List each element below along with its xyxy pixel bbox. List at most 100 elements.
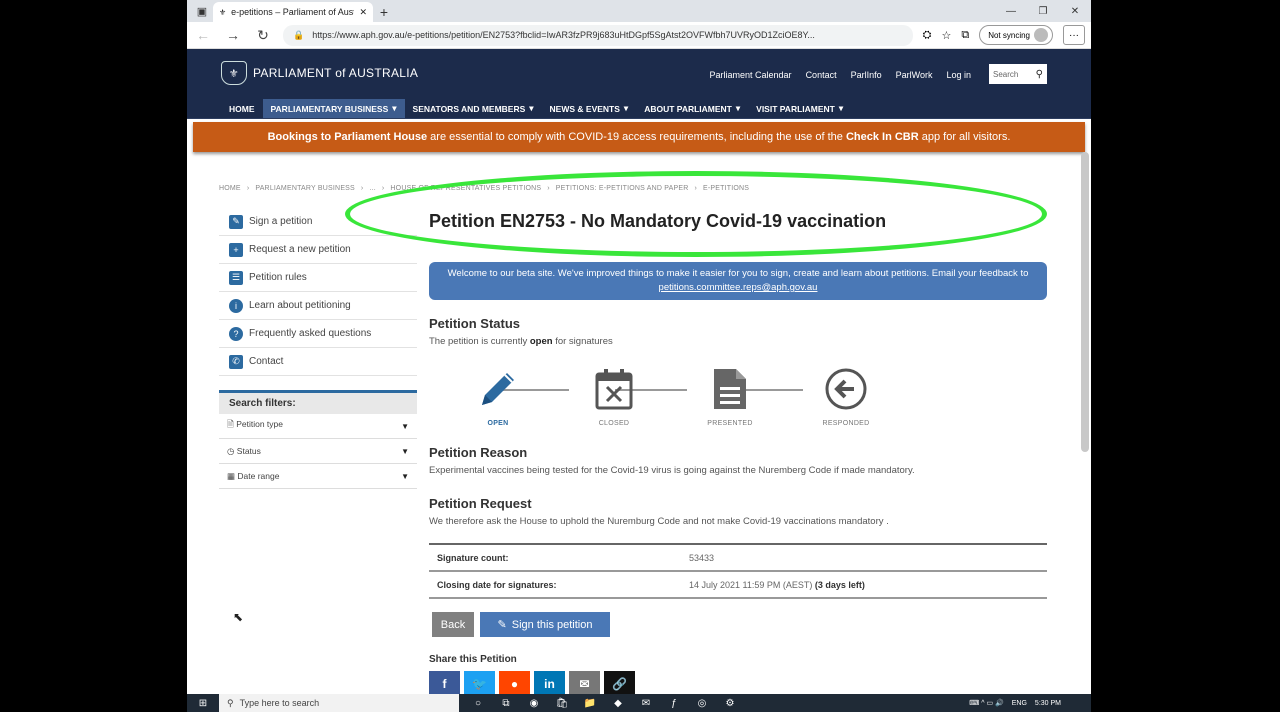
reason-heading: Petition Reason bbox=[429, 445, 528, 460]
close-value: 14 July 2021 11:59 PM (AEST) (3 days lef… bbox=[689, 580, 865, 590]
mail-icon[interactable]: ✉ bbox=[637, 696, 655, 710]
app-icon[interactable]: ◆ bbox=[609, 696, 627, 710]
nav-news-events[interactable]: NEWS & EVENTS ▾ bbox=[542, 99, 637, 118]
tab-close-icon[interactable]: ✕ bbox=[359, 7, 367, 18]
restore-icon[interactable]: ❐ bbox=[1027, 0, 1059, 22]
nav-visit-parliament[interactable]: VISIT PARLIAMENT ▾ bbox=[748, 99, 851, 118]
beta-text: Welcome to our beta site. We've improved… bbox=[447, 268, 1029, 279]
app-icon[interactable]: ⚙ bbox=[721, 696, 739, 710]
app-icon[interactable]: ƒ bbox=[665, 696, 683, 710]
status-post: for signatures bbox=[552, 336, 613, 347]
table-row: Signature count: 53433 bbox=[429, 545, 1047, 572]
windows-start-icon[interactable]: ⊞ bbox=[187, 694, 219, 712]
tab-title: e-petitions – Parliament of Austl bbox=[231, 7, 355, 17]
lock-icon: 🔒 bbox=[293, 29, 305, 40]
chrome-icon[interactable]: ◎ bbox=[693, 696, 711, 710]
sidebar-item-faq[interactable]: ? Frequently asked questions bbox=[219, 320, 417, 348]
request-text: We therefore ask the House to uphold the… bbox=[429, 516, 889, 527]
top-link-calendar[interactable]: Parliament Calendar bbox=[710, 70, 792, 80]
task-view-icon[interactable]: ⧉ bbox=[497, 696, 515, 710]
sidebar-item-request[interactable]: + Request a new petition bbox=[219, 236, 417, 264]
system-tray: ⌨ ^ ▭ 🔊 ENG 5:30 PM bbox=[969, 694, 1061, 712]
nav-about-parliament[interactable]: ABOUT PARLIAMENT ▾ bbox=[636, 99, 748, 118]
top-link-parlwork[interactable]: ParlWork bbox=[896, 70, 933, 80]
more-menu-icon[interactable]: ··· bbox=[1063, 25, 1085, 45]
edge-icon[interactable]: ◉ bbox=[525, 696, 543, 710]
step-open: OPEN bbox=[458, 366, 538, 427]
back-button[interactable]: Back bbox=[432, 612, 474, 637]
refresh-icon[interactable]: ↻ bbox=[253, 27, 273, 44]
site-logo[interactable]: ⚜ PARLIAMENT of AUSTRALIA bbox=[221, 61, 418, 85]
top-link-contact[interactable]: Contact bbox=[806, 70, 837, 80]
covid-banner: Bookings to Parliament House are essenti… bbox=[193, 122, 1085, 152]
filter-status[interactable]: ◷ Status ▼ bbox=[219, 439, 417, 464]
banner-link-bookings[interactable]: Bookings to Parliament House bbox=[268, 131, 428, 143]
store-icon[interactable]: 🛍 bbox=[553, 696, 571, 710]
clock[interactable]: 5:30 PM bbox=[1035, 700, 1061, 707]
site-search-input[interactable]: Search ⚲ bbox=[989, 64, 1047, 84]
nav-label: ABOUT PARLIAMENT bbox=[644, 103, 732, 114]
back-arrow-icon[interactable]: ← bbox=[193, 27, 213, 43]
step-closed: CLOSED bbox=[574, 366, 654, 427]
language-indicator[interactable]: ENG bbox=[1012, 700, 1027, 707]
tray-icons[interactable]: ⌨ ^ ▭ 🔊 bbox=[969, 699, 1004, 707]
nav-label: NEWS & EVENTS bbox=[549, 103, 620, 114]
tracking-icon[interactable]: ⛭ bbox=[923, 29, 932, 42]
crumb-parl-business[interactable]: PARLIAMENTARY BUSINESS bbox=[255, 185, 355, 192]
sync-button[interactable]: Not syncing bbox=[979, 25, 1053, 45]
top-link-parlinfo[interactable]: ParlInfo bbox=[851, 70, 882, 80]
page-scrollbar[interactable] bbox=[1081, 152, 1089, 452]
nav-senators-members[interactable]: SENATORS AND MEMBERS ▾ bbox=[405, 99, 542, 118]
feedback-email-link[interactable]: petitions.committee.reps@aph.gov.au bbox=[659, 282, 818, 293]
caret-down-icon: ▼ bbox=[401, 446, 409, 456]
new-tab-icon[interactable]: + bbox=[373, 2, 395, 22]
file-explorer-icon[interactable]: 📁 bbox=[581, 696, 599, 710]
mouse-cursor-icon: ⬉ bbox=[233, 610, 244, 624]
table-row: Closing date for signatures: 14 July 202… bbox=[429, 572, 1047, 599]
filters-title: Search filters: bbox=[219, 390, 417, 414]
sidebar-item-contact[interactable]: ✆ Contact bbox=[219, 348, 417, 376]
new-document-icon: + bbox=[229, 242, 243, 257]
taskbar-search-input[interactable]: ⚲ Type here to search bbox=[219, 694, 459, 712]
tab-actions-icon[interactable]: ▣ bbox=[191, 0, 213, 22]
chevron-down-icon: ▾ bbox=[392, 103, 397, 113]
document-icon bbox=[690, 366, 770, 412]
collections-icon[interactable]: ⧉ bbox=[961, 29, 969, 42]
search-icon[interactable]: ⚲ bbox=[1036, 69, 1043, 80]
top-link-login[interactable]: Log in bbox=[946, 70, 971, 80]
minimize-icon[interactable]: — bbox=[995, 0, 1027, 22]
status-pre: The petition is currently bbox=[429, 336, 530, 347]
status-text: The petition is currently open for signa… bbox=[429, 336, 613, 347]
sidebar-item-rules[interactable]: ☰ Petition rules bbox=[219, 264, 417, 292]
favorites-icon[interactable]: ☆ bbox=[941, 29, 951, 42]
chevron-down-icon: ▾ bbox=[623, 103, 629, 113]
pencil-icon bbox=[458, 366, 538, 412]
list-icon: ☰ bbox=[229, 270, 243, 285]
browser-tab[interactable]: ⚜ e-petitions – Parliament of Austl ✕ bbox=[213, 2, 373, 22]
step-label: OPEN bbox=[487, 420, 509, 427]
url-text: https://www.aph.gov.au/e-petitions/petit… bbox=[312, 30, 815, 40]
document-icon: 🗎 bbox=[227, 419, 234, 429]
filter-date-range[interactable]: ▦ Date range ▼ bbox=[219, 464, 417, 489]
crumb-home[interactable]: HOME bbox=[219, 185, 241, 192]
avatar bbox=[1034, 28, 1048, 42]
nav-home[interactable]: HOME bbox=[221, 99, 263, 118]
sidebar-item-learn[interactable]: i Learn about petitioning bbox=[219, 292, 417, 320]
windows-taskbar: ⊞ ⚲ Type here to search ○ ⧉ ◉ 🛍 📁 ◆ ✉ ƒ … bbox=[187, 694, 1091, 712]
nav-parliamentary-business[interactable]: PARLIAMENTARY BUSINESS ▾ bbox=[262, 99, 405, 118]
crumb-hidden[interactable]: ... bbox=[369, 185, 375, 192]
filter-petition-type[interactable]: 🗎 Petition type ▼ bbox=[219, 414, 417, 439]
banner-link-checkin[interactable]: Check In CBR bbox=[846, 131, 919, 143]
url-bar[interactable]: 🔒 https://www.aph.gov.au/e-petitions/pet… bbox=[283, 24, 913, 46]
sidebar-item-label: Petition rules bbox=[249, 272, 307, 283]
sign-petition-button[interactable]: ✎ Sign this petition bbox=[480, 612, 610, 637]
forward-arrow-icon[interactable]: → bbox=[223, 27, 243, 43]
cortana-icon[interactable]: ○ bbox=[469, 696, 487, 710]
sidebar-item-label: Sign a petition bbox=[249, 216, 313, 227]
caret-down-icon: ▼ bbox=[401, 421, 409, 431]
close-window-icon[interactable]: ✕ bbox=[1059, 0, 1091, 22]
crumb-sep: › bbox=[360, 185, 364, 192]
chevron-down-icon: ▾ bbox=[529, 103, 534, 113]
status-heading: Petition Status bbox=[429, 316, 521, 331]
step-label: CLOSED bbox=[598, 420, 630, 427]
